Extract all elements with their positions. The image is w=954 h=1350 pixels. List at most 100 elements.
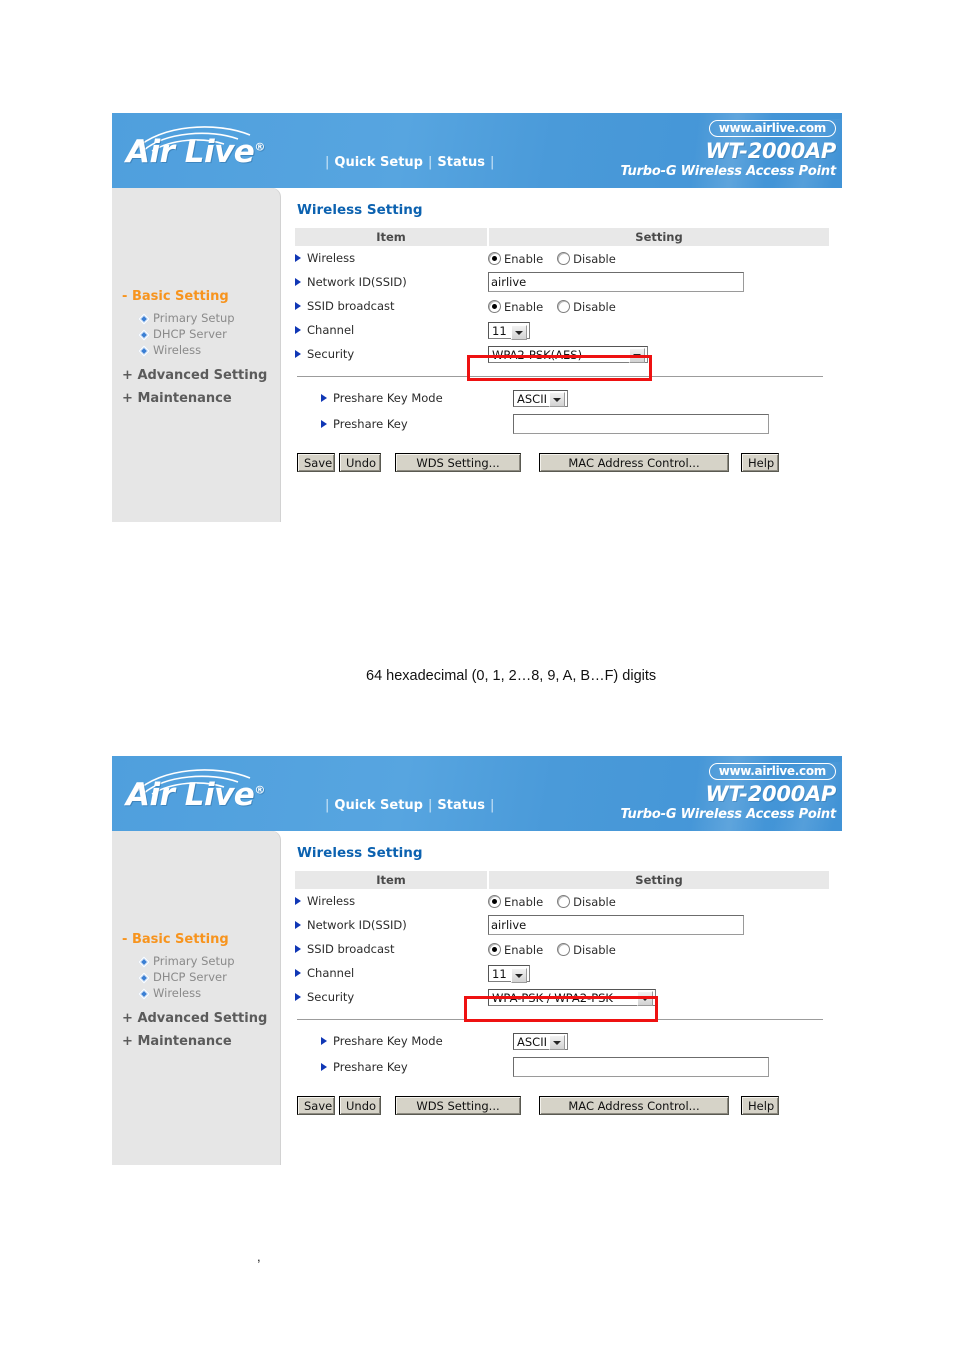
bullet-triangle-icon xyxy=(295,278,301,286)
banner-2: Air Live® | Quick Setup | Status | www.airli… xyxy=(112,756,842,831)
row-label-cell: SSID broadcast xyxy=(295,937,488,961)
preshare-key-mode-select[interactable]: ASCII xyxy=(513,389,568,407)
channel-select[interactable]: 11 xyxy=(488,964,530,983)
security-select-value: WPA-PSK / WPA2-PSK xyxy=(492,990,613,1005)
table-row-channel: Channel 11 xyxy=(295,318,829,342)
nav-status[interactable]: Status xyxy=(437,155,485,170)
sidebar-group-label: Advanced Setting xyxy=(137,368,268,383)
product-model: WT-2000AP xyxy=(705,139,836,163)
row-label-cell: Preshare Key xyxy=(295,1054,513,1080)
mac-address-control-button[interactable]: MAC Address Control... xyxy=(539,453,729,472)
bullet-triangle-icon xyxy=(295,897,301,905)
preshare-key-mode-select[interactable]: ASCII xyxy=(513,1032,568,1050)
row-label: Network ID(SSID) xyxy=(307,918,407,932)
row-value-cell: Enable Disable xyxy=(488,937,829,961)
sidebar-item-dhcp-server[interactable]: DHCP Server xyxy=(138,326,227,342)
bullet-triangle-icon xyxy=(295,302,301,310)
radio-disable[interactable] xyxy=(557,252,571,265)
row-value-cell: 11 xyxy=(488,961,829,985)
sidebar-item-wireless[interactable]: Wireless xyxy=(138,985,201,1001)
nav-separator: | xyxy=(325,155,330,170)
row-label-cell: Security xyxy=(295,342,488,366)
nav-quick-setup[interactable]: Quick Setup xyxy=(334,155,423,170)
panel-body-2: - Basic Setting Primary Setup DHCP Serve… xyxy=(112,831,842,1165)
sidebar-group-basic-setting[interactable]: - Basic Setting xyxy=(112,286,229,308)
row-label: Preshare Key Mode xyxy=(333,1034,443,1048)
sidebar-group-advanced-setting[interactable]: + Advanced Setting xyxy=(112,365,267,387)
preshare-key-input[interactable] xyxy=(513,1057,769,1077)
sidebar-item-label: DHCP Server xyxy=(153,970,227,984)
airlive-url-badge[interactable]: www.airlive.com xyxy=(708,120,836,137)
help-button[interactable]: Help xyxy=(741,453,779,472)
logo-wordmark: Air Live xyxy=(126,777,255,813)
row-value-cell: 11 xyxy=(488,318,829,342)
sidebar-group-basic-setting[interactable]: - Basic Setting xyxy=(112,929,229,951)
nav-status[interactable]: Status xyxy=(437,798,485,813)
help-button[interactable]: Help xyxy=(741,1096,779,1115)
sidebar-item-primary-setup[interactable]: Primary Setup xyxy=(138,953,235,969)
radio-disable[interactable] xyxy=(557,300,571,313)
table-row-ssid-broadcast: SSID broadcast Enable Disable xyxy=(295,937,829,961)
sidebar-group-maintenance[interactable]: + Maintenance xyxy=(112,388,232,410)
ssid-input[interactable]: airlive xyxy=(488,272,744,292)
preshare-key-mode-value: ASCII xyxy=(517,391,547,406)
channel-select[interactable]: 11 xyxy=(488,321,530,340)
radio-enable-label: Enable xyxy=(504,943,544,957)
mac-address-control-button[interactable]: MAC Address Control... xyxy=(539,1096,729,1115)
bullet-triangle-icon xyxy=(295,993,301,1001)
wireless-settings-table: Item Setting Wireless Enable Disable Net… xyxy=(295,871,829,1009)
undo-button[interactable]: Undo xyxy=(339,453,381,472)
radio-enable[interactable] xyxy=(488,895,501,908)
airlive-logo: Air Live® xyxy=(120,123,320,181)
security-select-value: WPA2-PSK(AES) xyxy=(492,347,583,362)
row-label-cell: Network ID(SSID) xyxy=(295,270,488,294)
save-button[interactable]: Save xyxy=(297,1096,335,1115)
row-label: Preshare Key Mode xyxy=(333,391,443,405)
radio-enable[interactable] xyxy=(488,943,501,956)
row-label-cell: Preshare Key Mode xyxy=(295,1028,513,1054)
sidebar-group-maintenance[interactable]: + Maintenance xyxy=(112,1031,232,1053)
radio-disable[interactable] xyxy=(557,943,571,956)
banner-nav-2: | Quick Setup | Status | xyxy=(320,798,499,813)
security-select[interactable]: WPA-PSK / WPA2-PSK xyxy=(488,988,656,1006)
wds-setting-button[interactable]: WDS Setting... xyxy=(395,453,521,472)
sidebar-item-wireless[interactable]: Wireless xyxy=(138,342,201,358)
wds-setting-button[interactable]: WDS Setting... xyxy=(395,1096,521,1115)
radio-enable-label: Enable xyxy=(504,252,544,266)
sidebar-item-dhcp-server[interactable]: DHCP Server xyxy=(138,969,227,985)
column-header-setting: Setting xyxy=(488,871,829,889)
sidebar-group-prefix: + xyxy=(122,391,133,406)
router-admin-screenshot-1: Air Live® | Quick Setup | Status | www.airli… xyxy=(112,113,842,522)
sidebar-group-label: Maintenance xyxy=(137,391,232,406)
sidebar-item-primary-setup[interactable]: Primary Setup xyxy=(138,310,235,326)
undo-button[interactable]: Undo xyxy=(339,1096,381,1115)
bullet-triangle-icon xyxy=(295,254,301,262)
sidebar-item-label: Primary Setup xyxy=(153,311,235,325)
row-value-cell: WPA2-PSK(AES) xyxy=(488,342,829,366)
section-divider xyxy=(297,1019,823,1020)
bullet-triangle-icon xyxy=(321,394,327,402)
product-description: Turbo-G Wireless Access Point xyxy=(620,164,837,179)
security-select[interactable]: WPA2-PSK(AES) xyxy=(488,345,648,363)
nav-quick-setup[interactable]: Quick Setup xyxy=(334,798,423,813)
sidebar-group-label: Basic Setting xyxy=(131,932,229,947)
row-value-cell: WPA-PSK / WPA2-PSK xyxy=(488,985,829,1009)
ssid-input[interactable]: airlive xyxy=(488,915,744,935)
row-label: Channel xyxy=(307,323,355,337)
airlive-url-badge[interactable]: www.airlive.com xyxy=(708,763,836,780)
sidebar-item-label: Primary Setup xyxy=(153,954,235,968)
sidebar-group-advanced-setting[interactable]: + Advanced Setting xyxy=(112,1008,267,1030)
bullet-triangle-icon xyxy=(295,969,301,977)
save-button[interactable]: Save xyxy=(297,453,335,472)
radio-disable[interactable] xyxy=(557,895,571,908)
registered-mark: ® xyxy=(254,783,265,797)
sidebar-group-prefix: + xyxy=(122,1034,133,1049)
airlive-logo: Air Live® xyxy=(120,766,320,824)
radio-enable[interactable] xyxy=(488,252,501,265)
radio-enable[interactable] xyxy=(488,300,501,313)
diamond-bullet-icon xyxy=(138,956,150,968)
column-header-setting: Setting xyxy=(488,228,829,246)
bullet-triangle-icon xyxy=(295,921,301,929)
preshare-key-input[interactable] xyxy=(513,414,769,434)
bullet-triangle-icon xyxy=(295,326,301,334)
